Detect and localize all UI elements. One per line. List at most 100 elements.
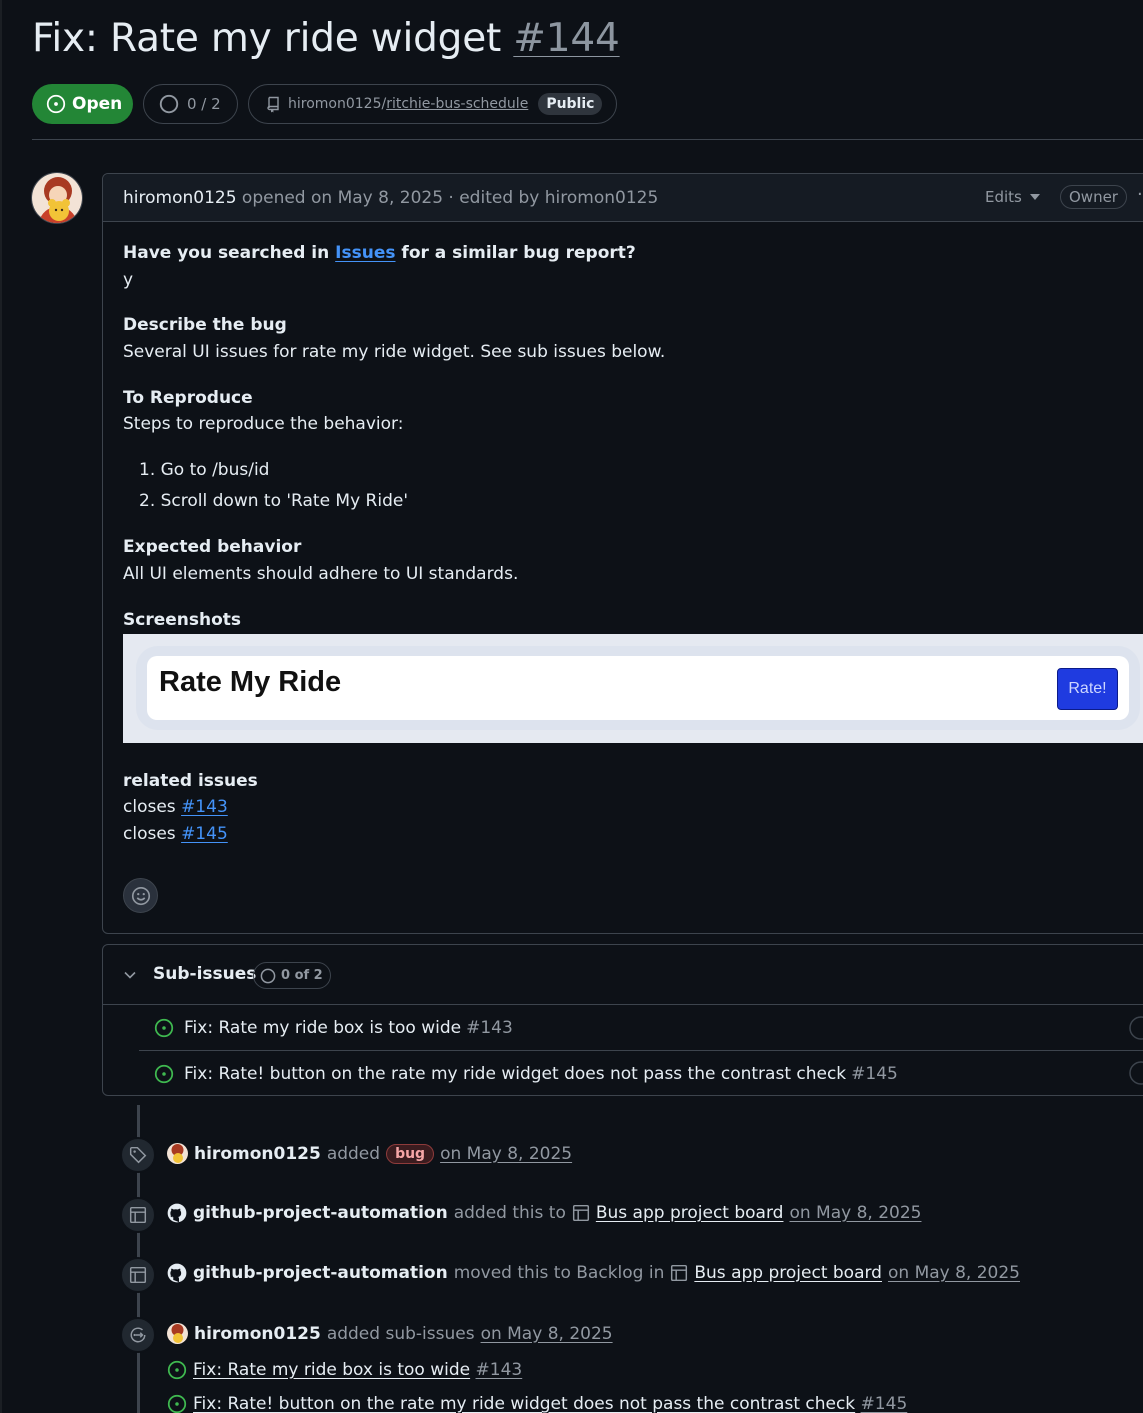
actor-link[interactable]: hiromon0125 <box>194 1144 321 1164</box>
timeline-event-label: hiromon0125 added bug on May 8, 2025 <box>167 1143 572 1164</box>
sub-issue-number: #143 <box>466 1018 513 1038</box>
screenshot-widget-outer: Rate My Ride Rate! <box>136 646 1140 730</box>
comment-author-link[interactable]: hiromon0125 <box>123 188 237 208</box>
issue-title: Fix: Rate my ride widget #144 <box>32 16 620 61</box>
expected-heading: Expected behavior <box>123 537 302 557</box>
issue-state-label: Open <box>72 94 123 114</box>
comment-header: hiromon0125 opened on May 8, 2025 · edit… <box>103 174 1143 222</box>
visibility-badge: Public <box>538 93 603 115</box>
event-verb: added <box>326 1143 381 1164</box>
comment-opened-text[interactable]: opened on May 8, 2025 · edited by hiromo… <box>242 188 658 208</box>
searched-question-pre: Have you searched in <box>123 243 336 263</box>
project-link[interactable]: Bus app project board <box>694 1263 882 1283</box>
describe-heading: Describe the bug <box>123 315 287 335</box>
screenshot-image[interactable]: Rate My Ride Rate! <box>123 634 1143 743</box>
issue-draft-icon <box>159 94 179 114</box>
sub-issue-progress[interactable]: 0 / 2 <box>143 84 238 124</box>
sub-issue-row[interactable]: Fix: Rate my ride box is too wide #143 <box>139 1006 1143 1051</box>
closes-word: closes <box>123 797 176 817</box>
sub-issue-title[interactable]: Fix: Rate my ride box is too wide <box>184 1018 461 1038</box>
table-icon <box>670 1264 688 1282</box>
closes-word: closes <box>123 824 176 844</box>
actor-link[interactable]: github-project-automation <box>193 1263 448 1283</box>
sub-issue-row[interactable]: Fix: Rate! button on the rate my ride wi… <box>139 1051 1143 1096</box>
reproduce-text: Steps to reproduce the behavior: <box>123 414 404 434</box>
actor-avatar[interactable] <box>167 1143 188 1164</box>
event-date-link[interactable]: on May 8, 2025 <box>888 1263 1020 1283</box>
actor-link[interactable]: github-project-automation <box>193 1203 448 1223</box>
timeline-sub-issue-number[interactable]: #143 <box>476 1360 523 1380</box>
expected-text: All UI elements should adhere to UI stan… <box>123 564 519 584</box>
screenshot-widget-card: Rate My Ride Rate! <box>147 656 1129 720</box>
issues-link[interactable]: Issues <box>335 243 395 263</box>
timeline-sub-issue-title[interactable]: Fix: Rate my ride box is too wide <box>193 1360 470 1380</box>
step-item: 1. Go to /bus/id <box>139 460 270 480</box>
issue-opened-icon <box>167 1360 187 1380</box>
table-icon <box>120 1197 156 1233</box>
sub-issues-count: 0 of 2 <box>253 962 331 989</box>
event-date-link[interactable]: on May 8, 2025 <box>789 1203 921 1223</box>
timeline-event-project-added: github-project-automation added this to … <box>167 1203 921 1223</box>
sub-issue-number: #145 <box>851 1063 898 1084</box>
issue-draft-icon <box>260 968 276 983</box>
sub-issue-icon <box>120 1317 156 1353</box>
edits-dropdown[interactable]: Edits <box>985 188 1040 206</box>
github-mark-icon <box>167 1263 187 1283</box>
actor-link[interactable]: hiromon0125 <box>194 1324 321 1344</box>
person-icon[interactable] <box>1129 1061 1143 1090</box>
event-verb: added sub-issues <box>326 1323 475 1344</box>
edits-label: Edits <box>985 188 1022 206</box>
event-date-link[interactable]: on May 8, 2025 <box>440 1144 572 1164</box>
issue-number-link[interactable]: #144 <box>513 16 620 61</box>
closes-line: closes #143 <box>123 797 228 817</box>
sub-issues-panel: Sub-issues 0 of 2 Fix: Rate my ride box … <box>102 944 1143 1096</box>
timeline-event-sub-issues: hiromon0125 added sub-issues on May 8, 2… <box>167 1323 613 1344</box>
window-edge <box>0 0 2 1413</box>
timeline-sub-issue[interactable]: Fix: Rate! button on the rate my ride wi… <box>167 1394 907 1413</box>
issue-opened-icon <box>154 1064 174 1084</box>
repo-pill[interactable]: hiromon0125/ritchie-bus-schedule Public <box>248 84 617 124</box>
header-divider <box>32 139 1143 140</box>
repo-owner: hiromon0125/ <box>288 96 387 112</box>
sub-issues-header[interactable]: Sub-issues 0 of 2 <box>103 945 1143 1005</box>
repo-name-link[interactable]: ritchie-bus-schedule <box>386 96 528 112</box>
actor-avatar[interactable] <box>167 1323 188 1344</box>
sub-issue-title[interactable]: Fix: Rate! button on the rate my ride wi… <box>184 1064 846 1084</box>
tag-icon <box>120 1137 156 1173</box>
closes-link-145[interactable]: #145 <box>181 824 228 844</box>
bug-label[interactable]: bug <box>386 1143 435 1164</box>
timeline-sub-issue[interactable]: Fix: Rate my ride box is too wide #143 <box>167 1360 522 1380</box>
sub-issues-label: Sub-issues <box>153 964 257 984</box>
project-link[interactable]: Bus app project board <box>596 1203 784 1223</box>
kebab-icon[interactable]: ··· <box>1137 184 1143 205</box>
add-reaction-button[interactable] <box>123 878 158 913</box>
author-avatar[interactable] <box>31 172 83 224</box>
event-date-link[interactable]: on May 8, 2025 <box>481 1324 613 1344</box>
person-icon[interactable] <box>1129 1016 1143 1045</box>
searched-question: Have you searched in Issues for a simila… <box>123 243 636 263</box>
closes-line: closes #145 <box>123 824 228 844</box>
smiley-icon <box>131 886 151 906</box>
github-mark-icon <box>167 1203 187 1223</box>
table-icon <box>120 1257 156 1293</box>
screenshot-rate-button: Rate! <box>1057 668 1118 710</box>
table-icon <box>572 1204 590 1222</box>
chevron-down-icon[interactable] <box>123 967 137 986</box>
comment-meta: hiromon0125 opened on May 8, 2025 · edit… <box>123 188 658 208</box>
reproduce-heading: To Reproduce <box>123 388 253 408</box>
triangle-down-icon <box>1029 194 1040 200</box>
event-verb: added this to <box>453 1203 566 1223</box>
timeline-sub-issue-title[interactable]: Fix: Rate! button on the rate my ride wi… <box>193 1394 855 1413</box>
issue-opened-icon <box>154 1018 174 1038</box>
timeline-sub-issue-number[interactable]: #145 <box>861 1394 908 1413</box>
describe-text: Several UI issues for rate my ride widge… <box>123 342 666 362</box>
step-item: 2. Scroll down to 'Rate My Ride' <box>139 491 409 511</box>
related-heading: related issues <box>123 771 258 791</box>
repo-icon <box>266 95 282 113</box>
screenshots-heading: Screenshots <box>123 610 242 630</box>
closes-link-143[interactable]: #143 <box>181 797 228 817</box>
owner-badge: Owner <box>1060 185 1127 209</box>
sub-issues-count-text: 0 of 2 <box>281 968 323 983</box>
issue-title-text: Fix: Rate my ride widget <box>32 16 502 61</box>
progress-text: 0 / 2 <box>187 95 221 113</box>
